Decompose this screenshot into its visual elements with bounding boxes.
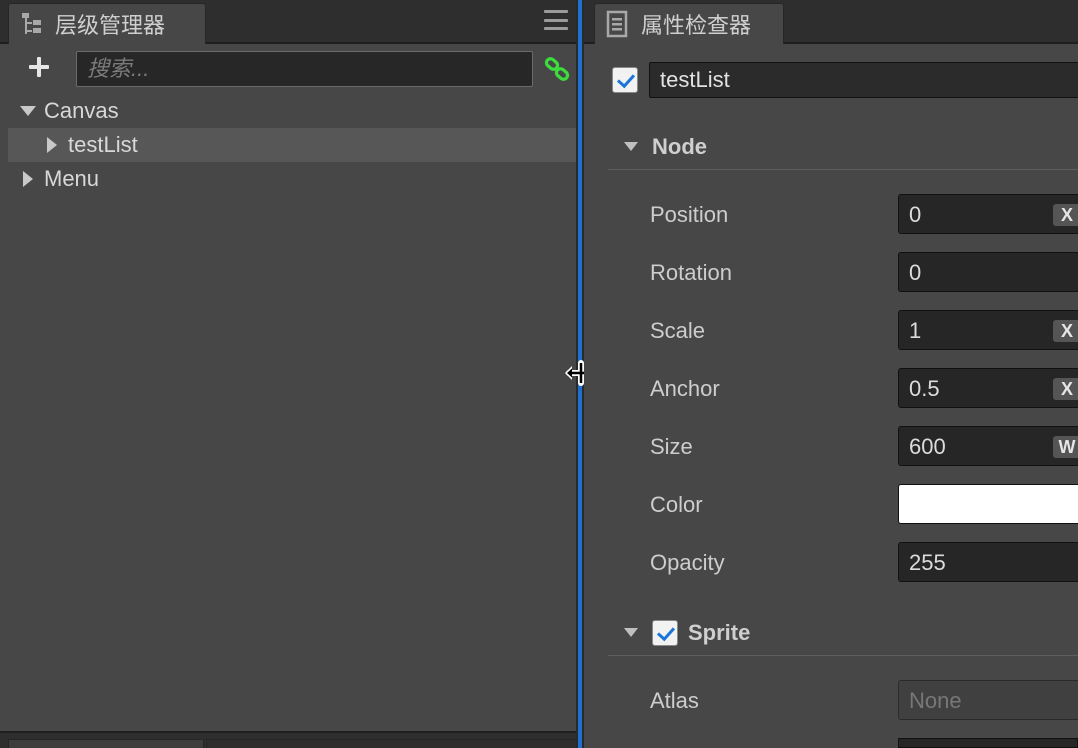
- next-property-field[interactable]: [898, 738, 1078, 748]
- section-sprite-header[interactable]: Sprite: [608, 610, 1078, 656]
- tree-node-label: Menu: [44, 166, 100, 191]
- section-title: Sprite: [688, 619, 751, 645]
- hierarchy-tabbar: 层级管理器: [0, 0, 578, 44]
- prop-label: Atlas: [650, 688, 699, 713]
- inspector-tab-title: 属性检查器: [641, 13, 752, 38]
- tab-inspector[interactable]: 属性检查器: [594, 3, 784, 44]
- opacity-field[interactable]: 255: [898, 542, 1078, 582]
- prop-label: Anchor: [650, 376, 720, 401]
- section-node-header[interactable]: Node: [608, 124, 1078, 170]
- prop-label: Scale: [650, 318, 706, 343]
- hierarchy-tree: Canvas testList Menu: [8, 94, 576, 196]
- bottom-tab[interactable]: [8, 739, 204, 748]
- collapse-arrow-icon[interactable]: [23, 171, 33, 187]
- scale-x-field[interactable]: 1: [898, 310, 1078, 350]
- panel-menu-icon[interactable]: [544, 10, 568, 30]
- size-width-field[interactable]: 600: [898, 426, 1078, 466]
- hierarchy-tree-icon: [17, 9, 47, 39]
- node-name-row: [612, 62, 1078, 98]
- collapse-arrow-icon[interactable]: [47, 137, 57, 153]
- expand-arrow-icon[interactable]: [624, 142, 638, 151]
- prop-scale: Scale 1 X: [650, 310, 1078, 350]
- hierarchy-toolbar: [0, 46, 578, 92]
- atlas-field[interactable]: None: [898, 680, 1078, 720]
- prop-anchor: Anchor 0.5 X: [650, 368, 1078, 408]
- color-swatch[interactable]: [898, 484, 1078, 524]
- tree-node-menu[interactable]: Menu: [8, 162, 576, 196]
- axis-badge: W: [1053, 436, 1078, 458]
- inspector-list-icon: [603, 9, 633, 39]
- axis-badge: X: [1053, 320, 1078, 342]
- prop-label: Opacity: [650, 550, 725, 575]
- prop-position: Position 0 X: [650, 194, 1078, 234]
- bottom-tab[interactable]: [206, 739, 578, 748]
- link-icon[interactable]: [544, 56, 570, 82]
- section-title: Node: [652, 133, 707, 159]
- tree-node-testlist[interactable]: testList: [8, 128, 576, 162]
- expand-arrow-icon[interactable]: [624, 628, 638, 637]
- inspector-tabbar: 属性检查器: [584, 0, 1078, 44]
- prop-label: Size: [650, 434, 693, 459]
- tree-node-canvas[interactable]: Canvas: [8, 94, 576, 128]
- expand-arrow-icon[interactable]: [20, 106, 36, 116]
- position-x-field[interactable]: 0: [898, 194, 1078, 234]
- tree-node-label: Canvas: [44, 98, 119, 123]
- prop-label: Color: [650, 492, 703, 517]
- hierarchy-panel: 层级管理器 Canvas testList Menu: [0, 0, 578, 748]
- prop-label: Rotation: [650, 260, 732, 285]
- tab-hierarchy[interactable]: 层级管理器: [8, 3, 206, 44]
- search-input[interactable]: [76, 51, 533, 87]
- tree-node-label: testList: [68, 132, 138, 157]
- bottom-tabbar: [0, 731, 578, 748]
- prop-rotation: Rotation 0: [650, 252, 1078, 292]
- prop-color: Color: [650, 484, 1078, 524]
- node-name-field[interactable]: [649, 62, 1078, 98]
- axis-badge: X: [1053, 204, 1078, 226]
- prop-atlas: Atlas None: [650, 680, 1078, 720]
- rotation-field[interactable]: 0: [898, 252, 1078, 292]
- hierarchy-tab-title: 层级管理器: [55, 13, 166, 38]
- sprite-enabled-checkbox[interactable]: [652, 619, 678, 646]
- prop-opacity: Opacity 255: [650, 542, 1078, 582]
- axis-badge: X: [1053, 378, 1078, 400]
- inspector-panel: 属性检查器 Node Position 0 X Rotation 0 Scale…: [584, 0, 1078, 748]
- anchor-x-field[interactable]: 0.5: [898, 368, 1078, 408]
- add-node-button[interactable]: [26, 54, 52, 80]
- node-active-checkbox[interactable]: [612, 67, 638, 93]
- prop-label: Position: [650, 202, 729, 227]
- prop-size: Size 600 W: [650, 426, 1078, 466]
